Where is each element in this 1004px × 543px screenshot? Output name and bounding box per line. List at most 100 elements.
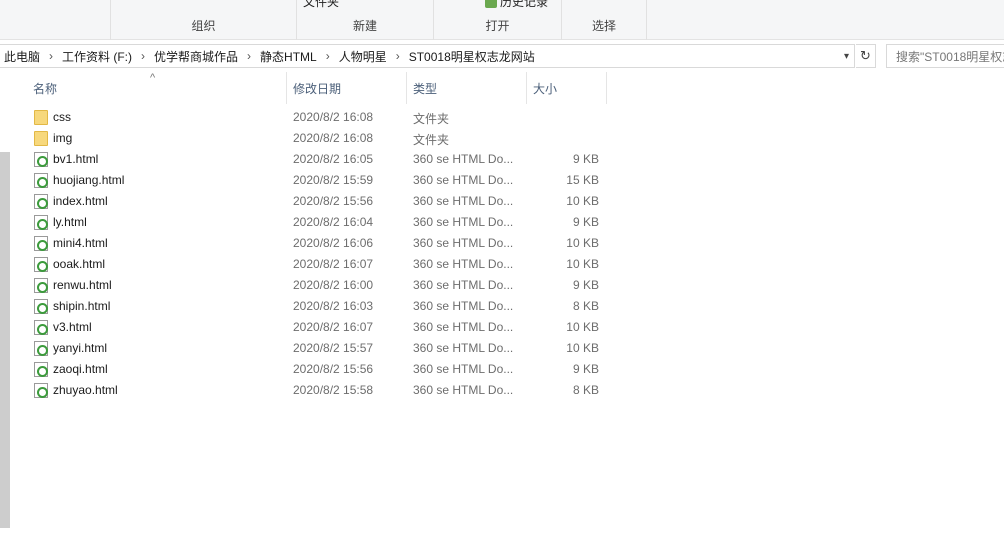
file-size: 9 KB — [572, 152, 599, 166]
file-type: 360 se HTML Do... — [413, 173, 514, 187]
list-item[interactable]: zaoqi.html 2020/8/2 15:56 360 se HTML Do..… — [30, 359, 610, 380]
column-header-date[interactable]: 修改日期 — [287, 72, 407, 104]
column-header-size[interactable]: 大小 — [527, 72, 607, 104]
list-item[interactable]: v3.html 2020/8/2 16:07 360 se HTML Do... 10… — [30, 317, 610, 338]
ribbon-group-open-label: 打开 — [485, 19, 510, 33]
breadcrumb-folder-2[interactable]: 静态HTML — [256, 45, 321, 67]
html-file-icon — [34, 236, 48, 251]
file-size: 10 KB — [566, 320, 599, 334]
column-header-type-label: 类型 — [413, 81, 438, 96]
column-header-type[interactable]: 类型 — [407, 72, 527, 104]
file-name: huojiang.html — [53, 173, 125, 187]
file-name: yanyi.html — [53, 341, 108, 355]
file-type: 360 se HTML Do... — [413, 341, 514, 355]
navigation-pane-scrollbar[interactable] — [0, 104, 10, 543]
file-type: 360 se HTML Do... — [413, 236, 514, 250]
html-file-icon — [34, 194, 48, 209]
history-button[interactable]: 历史记录 — [485, 0, 548, 10]
list-item[interactable]: zhuyao.html 2020/8/2 15:58 360 se HTML Do.… — [30, 380, 610, 401]
file-date: 2020/8/2 16:00 — [293, 278, 374, 292]
list-item[interactable]: yanyi.html 2020/8/2 15:57 360 se HTML Do..… — [30, 338, 610, 359]
list-item[interactable]: huojiang.html 2020/8/2 15:59 360 se HTML D… — [30, 170, 610, 191]
ribbon: 组织 文件夹 新建 历史记录 打开 选择 — [0, 0, 1004, 40]
file-name: zaoqi.html — [53, 362, 108, 376]
list-item[interactable]: img 2020/8/2 16:08 文件夹 — [30, 128, 610, 149]
breadcrumb-folder-3[interactable]: 人物明星 — [335, 45, 391, 67]
file-type: 360 se HTML Do... — [413, 320, 514, 334]
chevron-right-icon[interactable]: › — [321, 45, 335, 67]
breadcrumb-folder-1[interactable]: 优学帮商城作品 — [150, 45, 242, 67]
html-file-icon — [34, 320, 48, 335]
file-name: css — [53, 110, 71, 124]
html-file-icon — [34, 173, 48, 188]
file-size: 9 KB — [572, 278, 599, 292]
list-item[interactable]: css 2020/8/2 16:08 文件夹 — [30, 107, 610, 128]
file-size: 10 KB — [566, 236, 599, 250]
refresh-icon[interactable]: ↻ — [856, 44, 876, 68]
breadcrumb-current[interactable]: ST0018明星权志龙网站 — [405, 45, 539, 67]
column-header-name[interactable]: 名称 — [27, 72, 287, 104]
list-item[interactable]: mini4.html 2020/8/2 16:06 360 se HTML Do..… — [30, 233, 610, 254]
ribbon-group-select[interactable]: 选择 — [562, 0, 647, 40]
file-date: 2020/8/2 16:08 — [293, 110, 374, 124]
ribbon-group-open[interactable]: 历史记录 打开 — [434, 0, 562, 40]
file-name: zhuyao.html — [53, 383, 118, 397]
chevron-right-icon[interactable]: › — [391, 45, 405, 67]
new-folder-label[interactable]: 文件夹 — [303, 0, 339, 10]
file-size: 10 KB — [566, 341, 599, 355]
file-type: 360 se HTML Do... — [413, 383, 514, 397]
file-date: 2020/8/2 16:03 — [293, 299, 374, 313]
list-item[interactable]: shipin.html 2020/8/2 16:03 360 se HTML Do.… — [30, 296, 610, 317]
file-type: 360 se HTML Do... — [413, 299, 514, 313]
file-name: index.html — [53, 194, 108, 208]
file-date: 2020/8/2 15:58 — [293, 383, 374, 397]
chevron-right-icon[interactable]: › — [242, 45, 256, 67]
history-icon — [485, 0, 497, 9]
search-input[interactable]: 搜索"ST0018明星权志 — [886, 44, 1004, 68]
breadcrumb-this-pc[interactable]: 此电脑 — [0, 45, 44, 67]
ribbon-group-organize[interactable]: 组织 — [111, 0, 297, 40]
file-size: 10 KB — [566, 257, 599, 271]
file-name: v3.html — [53, 320, 92, 334]
html-file-icon — [34, 383, 48, 398]
list-item[interactable]: ly.html 2020/8/2 16:04 360 se HTML Do... 9 … — [30, 212, 610, 233]
file-type: 360 se HTML Do... — [413, 215, 514, 229]
file-size: 9 KB — [572, 362, 599, 376]
file-date: 2020/8/2 16:07 — [293, 320, 374, 334]
file-type: 360 se HTML Do... — [413, 362, 514, 376]
file-date: 2020/8/2 16:06 — [293, 236, 374, 250]
list-item[interactable]: bv1.html 2020/8/2 16:05 360 se HTML Do... 9… — [30, 149, 610, 170]
file-name: bv1.html — [53, 152, 99, 166]
history-label: 历史记录 — [500, 0, 549, 9]
folder-icon — [34, 110, 48, 125]
list-item[interactable]: ooak.html 2020/8/2 16:07 360 se HTML Do...… — [30, 254, 610, 275]
html-file-icon — [34, 215, 48, 230]
file-type: 360 se HTML Do... — [413, 194, 514, 208]
address-row: 此电脑 › 工作资料 (F:) › 优学帮商城作品 › 静态HTML › 人物明… — [0, 40, 1004, 72]
file-type: 360 se HTML Do... — [413, 152, 514, 166]
address-bar[interactable]: 此电脑 › 工作资料 (F:) › 优学帮商城作品 › 静态HTML › 人物明… — [0, 44, 855, 68]
chevron-right-icon[interactable]: › — [136, 45, 150, 67]
ribbon-group-new[interactable]: 文件夹 新建 — [297, 0, 434, 40]
ribbon-group-clipboard — [0, 0, 111, 40]
file-date: 2020/8/2 15:56 — [293, 194, 374, 208]
chevron-right-icon[interactable]: › — [44, 45, 58, 67]
file-date: 2020/8/2 16:07 — [293, 257, 374, 271]
file-name: renwu.html — [53, 278, 112, 292]
list-item[interactable]: index.html 2020/8/2 15:56 360 se HTML Do..… — [30, 191, 610, 212]
breadcrumb-drive[interactable]: 工作资料 (F:) — [58, 45, 136, 67]
html-file-icon — [34, 278, 48, 293]
file-type: 360 se HTML Do... — [413, 278, 514, 292]
file-type: 文件夹 — [413, 112, 450, 126]
file-size: 8 KB — [572, 383, 599, 397]
file-date: 2020/8/2 15:59 — [293, 173, 374, 187]
folder-icon — [34, 131, 48, 146]
address-dropdown-icon[interactable]: ▾ — [838, 44, 855, 68]
file-date: 2020/8/2 16:05 — [293, 152, 374, 166]
column-header-date-label: 修改日期 — [293, 81, 342, 96]
list-item[interactable]: renwu.html 2020/8/2 16:00 360 se HTML Do..… — [30, 275, 610, 296]
column-header-name-label: 名称 — [33, 81, 58, 96]
scrollbar-thumb[interactable] — [0, 152, 10, 528]
html-file-icon — [34, 362, 48, 377]
column-headers: ^ 名称 修改日期 类型 大小 — [0, 72, 1004, 104]
